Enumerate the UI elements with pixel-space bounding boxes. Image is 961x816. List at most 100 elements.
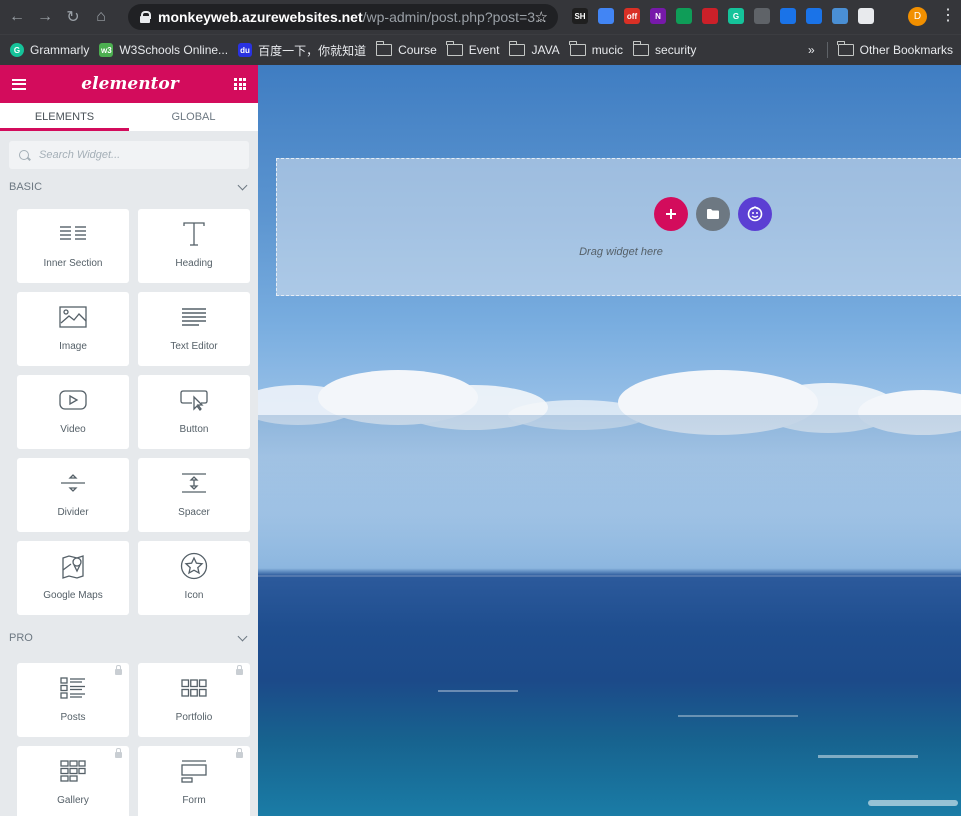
- more-menu-icon[interactable]: ⋮: [940, 5, 956, 25]
- kite-extension-icon[interactable]: [598, 8, 614, 24]
- baidu-icon: du: [238, 43, 253, 57]
- panel-header: elementor: [0, 65, 258, 103]
- widget-inner-section[interactable]: Inner Section: [17, 209, 129, 283]
- portfolio-icon: [181, 675, 207, 701]
- bookmark-folder-course[interactable]: Course: [375, 41, 437, 57]
- widget-label: Spacer: [178, 507, 210, 518]
- puzzle-extension-icon[interactable]: [858, 8, 874, 24]
- grammarly-extension-icon[interactable]: G: [728, 8, 744, 24]
- button-icon: [180, 387, 208, 413]
- back-arrow-icon[interactable]: ←: [6, 6, 28, 28]
- widget-portfolio[interactable]: Portfolio: [138, 663, 250, 737]
- bookmark-label: Grammarly: [30, 43, 90, 57]
- wave: [438, 690, 518, 692]
- bookmark-label: JAVA: [531, 43, 560, 57]
- template-kits-button[interactable]: [738, 197, 772, 231]
- screenshot-extension-icon[interactable]: [780, 8, 796, 24]
- onenote-extension-icon[interactable]: N: [650, 8, 666, 24]
- divider-icon: [60, 470, 86, 496]
- profile-avatar[interactable]: D: [908, 7, 927, 26]
- bookmark-label: W3Schools Online...: [119, 43, 229, 57]
- posts-icon: [60, 675, 86, 701]
- add-section-button[interactable]: [654, 197, 688, 231]
- folder-icon: [569, 41, 586, 56]
- url-path: /wp-admin/post.php?post=3...: [362, 9, 547, 25]
- other-bookmarks[interactable]: Other Bookmarks: [860, 43, 953, 57]
- lock-icon: [140, 11, 151, 23]
- widget-icon[interactable]: Icon: [138, 541, 250, 615]
- tab-elements[interactable]: ELEMENTS: [0, 103, 129, 131]
- pro-widgets: Posts Portfolio Gallery Form: [0, 663, 258, 816]
- widget-label: Text Editor: [170, 341, 218, 352]
- bookmark-grammarly[interactable]: G Grammarly: [10, 43, 89, 57]
- folder-icon: [632, 41, 650, 56]
- bookmark-folder-security[interactable]: security: [632, 41, 696, 57]
- bookmark-label: 百度一下，你就知道: [258, 43, 367, 58]
- form-icon: [181, 758, 207, 784]
- crop-extension-icon[interactable]: [806, 8, 822, 24]
- widget-video[interactable]: Video: [17, 375, 129, 449]
- elementor-panel: elementor ELEMENTS GLOBAL BASIC Inner Se…: [0, 65, 258, 816]
- grey-extension-icon[interactable]: [754, 8, 770, 24]
- text-editor-icon: [181, 304, 207, 330]
- drop-zone[interactable]: Drag widget here: [276, 158, 961, 296]
- widget-text-editor[interactable]: Text Editor: [138, 292, 250, 366]
- widget-label: Icon: [184, 590, 204, 601]
- search-input[interactable]: [37, 148, 241, 162]
- widget-label: Google Maps: [43, 590, 103, 601]
- add-template-button[interactable]: [696, 197, 730, 231]
- folder-icon: [508, 41, 526, 56]
- bookmark-label: Event: [468, 43, 500, 57]
- image-icon: [59, 304, 87, 330]
- widget-posts[interactable]: Posts: [17, 663, 129, 737]
- spacer-icon: [181, 470, 207, 496]
- heading-icon: [182, 221, 206, 247]
- plus-icon: [666, 209, 676, 219]
- widget-gallery[interactable]: Gallery: [17, 746, 129, 816]
- search-icon: [19, 150, 29, 160]
- folder-icon: [837, 41, 854, 56]
- bookmark-baidu[interactable]: du 百度一下，你就知道: [238, 42, 366, 59]
- widget-heading[interactable]: Heading: [138, 209, 250, 283]
- grammarly-icon: G: [10, 43, 24, 57]
- bookmarks-overflow-button[interactable]: »: [808, 43, 815, 57]
- category-pro-header[interactable]: PRO: [0, 623, 258, 653]
- bookmark-folder-mucic[interactable]: mucic: [569, 41, 623, 57]
- drive-extension-icon[interactable]: [676, 8, 692, 24]
- drop-zone-buttons: [654, 197, 772, 231]
- inner-section-icon: [59, 221, 87, 247]
- widget-button[interactable]: Button: [138, 375, 250, 449]
- bookmark-folder-event[interactable]: Event: [446, 41, 500, 57]
- forward-arrow-icon[interactable]: →: [34, 6, 56, 28]
- folder-icon: [707, 209, 719, 219]
- category-basic-header[interactable]: BASIC: [0, 172, 258, 202]
- home-icon[interactable]: ⌂: [90, 6, 112, 28]
- session-buddy-extension-icon[interactable]: SH: [572, 8, 588, 24]
- widget-spacer[interactable]: Spacer: [138, 458, 250, 532]
- widgets-grid-icon[interactable]: [234, 78, 246, 90]
- bookmark-w3schools[interactable]: w3 W3Schools Online...: [99, 43, 228, 57]
- lastpass-extension-icon[interactable]: [702, 8, 718, 24]
- widget-form[interactable]: Form: [138, 746, 250, 816]
- folder-icon: [375, 41, 393, 56]
- lock-icon: [115, 748, 122, 758]
- basic-widgets: Inner Section Heading Image Text Editor: [0, 209, 258, 615]
- tab-global[interactable]: GLOBAL: [129, 103, 258, 131]
- widget-label: Gallery: [57, 795, 89, 806]
- bookmark-folder-java[interactable]: JAVA: [508, 41, 560, 57]
- widget-divider[interactable]: Divider: [17, 458, 129, 532]
- coupon-extension-icon[interactable]: off: [624, 8, 640, 24]
- hamburger-menu-icon[interactable]: [12, 78, 26, 90]
- widget-image[interactable]: Image: [17, 292, 129, 366]
- widget-label: Image: [59, 341, 87, 352]
- cloud-shadow: [258, 415, 961, 565]
- widget-google-maps[interactable]: Google Maps: [17, 541, 129, 615]
- image-extension-icon[interactable]: [832, 8, 848, 24]
- wave: [818, 755, 918, 758]
- widget-label: Heading: [175, 258, 213, 269]
- widget-label: Video: [60, 424, 86, 435]
- address-bar[interactable]: monkeyweb.azurewebsites.net/wp-admin/pos…: [128, 4, 558, 30]
- reload-icon[interactable]: ↻: [62, 6, 84, 28]
- browser-toolbar: ← → ↻ ⌂ monkeyweb.azurewebsites.net/wp-a…: [0, 0, 961, 34]
- bookmark-star-icon[interactable]: ☆: [535, 8, 548, 26]
